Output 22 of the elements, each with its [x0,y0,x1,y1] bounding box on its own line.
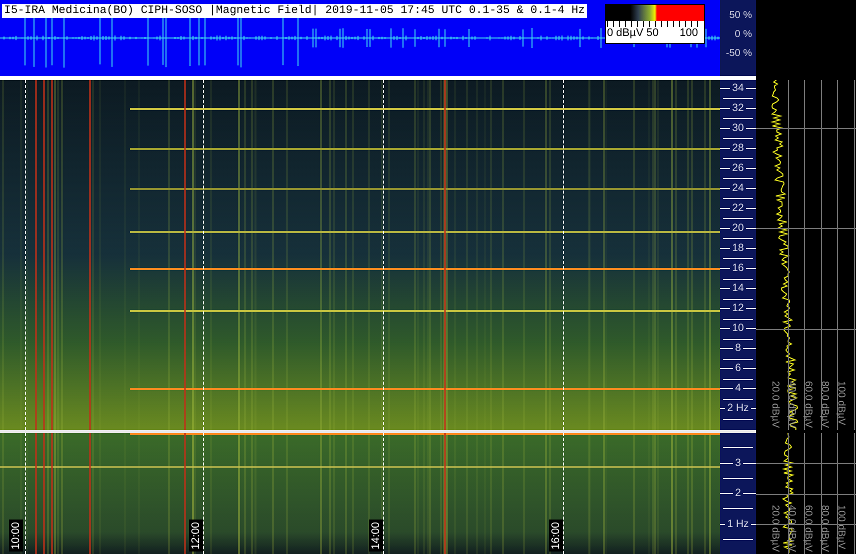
scale-label: 100 dBµV [834,381,846,428]
scale-label: 80.0 dBµV [818,505,830,552]
time-label: 12:00 [189,520,203,552]
axis-label: 0 % [734,29,752,40]
axis-label: 34 [730,82,746,94]
scale-label: 60.0 dBµV [802,505,814,552]
time-label: 16:00 [549,520,563,552]
axis-label: 3 [733,456,743,470]
scale-label: 40.0 dBµV [785,505,797,552]
scale-label: 80.0 dBµV [818,381,830,428]
scale-label: 20.0 dBµV [768,381,780,428]
time-label: 14:00 [369,520,383,552]
axis-label: 50 % [729,10,752,21]
colorbar-label: 100 [680,27,698,40]
time-label: 10:00 [9,520,23,552]
scale-label: 20.0 dBµV [768,505,780,552]
scale-label: 40.0 dBµV [785,381,797,428]
chart-title: I5-IRA Medicina(BO) CIPH-SOSO |Magnetic Field| 2019-11-05 17:45 UTC 0.1-35 & 0.1-4 Hz [2,4,588,18]
scale-label: 60.0 dBµV [802,381,814,428]
colorbar-label: 0 dBµV 50 [607,27,659,40]
axis-label: -50 % [726,48,752,59]
scale-label: 100 dBµV [834,505,846,552]
